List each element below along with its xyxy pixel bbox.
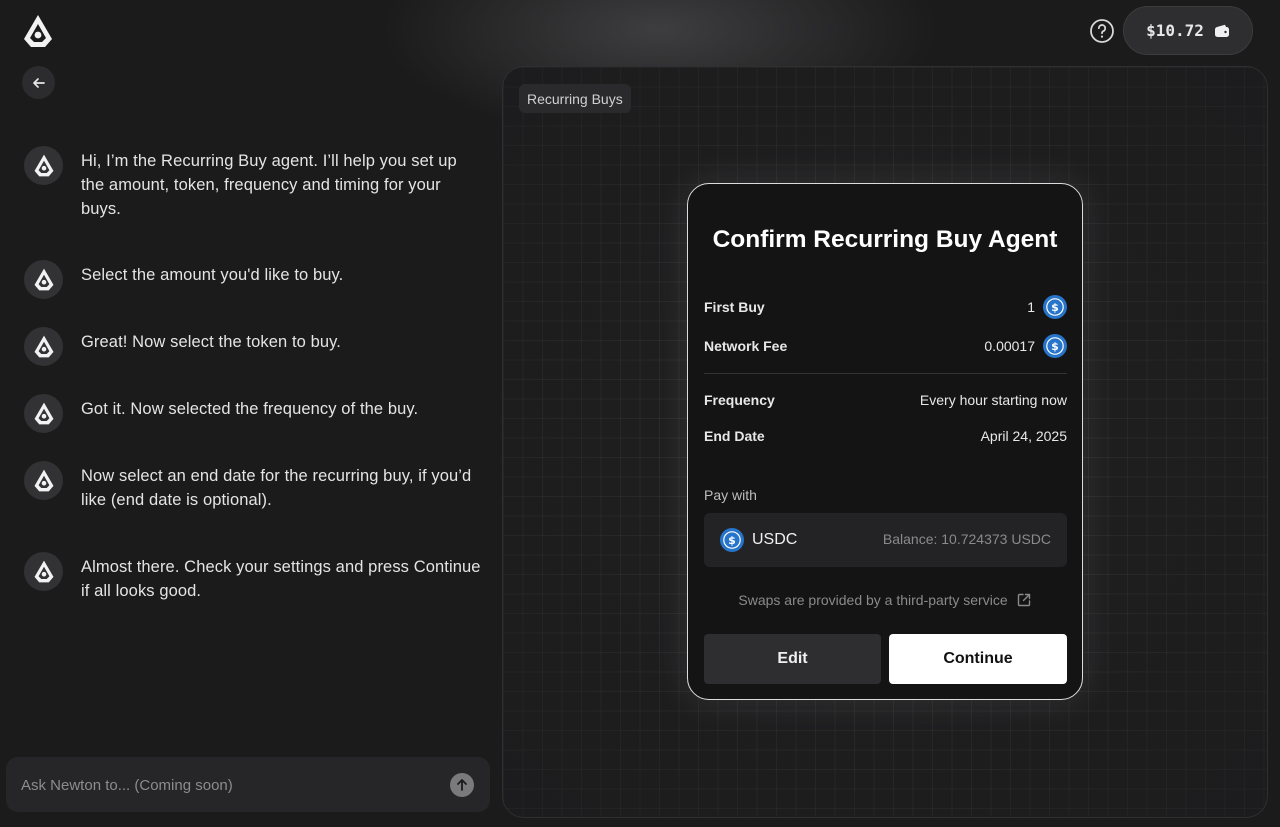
- agent-avatar: [24, 394, 63, 433]
- agent-avatar: [24, 146, 63, 185]
- confirm-recurring-buy-card: Confirm Recurring Buy Agent First Buy 1 …: [687, 183, 1083, 700]
- network-fee-label: Network Fee: [704, 338, 788, 354]
- usdc-icon: $: [1043, 334, 1067, 358]
- newton-logo-icon: [34, 469, 53, 492]
- disclaimer-text: Swaps are provided by a third-party serv…: [738, 592, 1008, 608]
- agent-avatar: [24, 552, 63, 591]
- edit-button[interactable]: Edit: [704, 634, 881, 684]
- chat-message-text: Almost there. Check your settings and pr…: [81, 558, 481, 600]
- send-button[interactable]: [450, 773, 474, 797]
- wallet-amount: $10.72: [1146, 21, 1204, 40]
- chat-message-text: Now select an end date for the recurring…: [81, 467, 472, 509]
- pay-with-selector[interactable]: $ USDC Balance: 10.724373 USDC: [704, 513, 1067, 567]
- end-date-row: End Date April 24, 2025: [704, 426, 1067, 446]
- third-party-disclaimer: Swaps are provided by a third-party serv…: [688, 592, 1082, 608]
- chat-message: Hi, I’m the Recurring Buy agent. I’ll he…: [24, 146, 484, 221]
- newton-logo-icon: [34, 402, 53, 425]
- chat-message-text: Got it. Now selected the frequency of th…: [81, 400, 419, 418]
- network-fee-row: Network Fee 0.00017 $: [704, 334, 1067, 358]
- network-fee-value: 0.00017: [984, 338, 1035, 354]
- frequency-value: Every hour starting now: [919, 392, 1067, 408]
- frequency-label: Frequency: [704, 392, 775, 408]
- end-date-value: April 24, 2025: [980, 428, 1067, 444]
- svg-text:$: $: [1051, 301, 1059, 314]
- first-buy-label: First Buy: [704, 299, 765, 315]
- chat-message: Great! Now select the token to buy.: [24, 327, 484, 366]
- back-button[interactable]: [22, 66, 55, 99]
- svg-text:$: $: [728, 534, 736, 547]
- usdc-icon: $: [1043, 295, 1067, 319]
- pay-token-name: USDC: [752, 531, 798, 548]
- arrow-left-icon: [32, 77, 45, 88]
- chat-input[interactable]: [21, 775, 421, 795]
- newton-logo-icon: [34, 335, 53, 358]
- agent-avatar: [24, 327, 63, 366]
- first-buy-row: First Buy 1 $: [704, 295, 1067, 319]
- arrow-up-icon: [457, 779, 467, 791]
- usdc-icon: $: [720, 528, 744, 552]
- newton-logo-icon: [22, 14, 54, 48]
- tab-recurring-buys[interactable]: Recurring Buys: [519, 84, 631, 113]
- chat-message-text: Hi, I’m the Recurring Buy agent. I’ll he…: [81, 152, 457, 218]
- wallet-icon: [1214, 24, 1229, 37]
- chat-message: Now select an end date for the recurring…: [24, 461, 484, 512]
- frequency-row: Frequency Every hour starting now: [704, 390, 1067, 410]
- agent-avatar: [24, 461, 63, 500]
- continue-button[interactable]: Continue: [889, 634, 1067, 684]
- chat-message: Select the amount you'd like to buy.: [24, 260, 484, 299]
- first-buy-value: 1: [1027, 299, 1035, 315]
- first-buy-value-group: 1 $: [1027, 295, 1067, 319]
- wallet-balance-button[interactable]: $10.72: [1123, 6, 1253, 55]
- network-fee-value-group: 0.00017 $: [984, 334, 1067, 358]
- chat-message-text: Great! Now select the token to buy.: [81, 333, 341, 351]
- external-link-icon[interactable]: [1016, 592, 1032, 608]
- newton-logo-icon: [34, 154, 53, 177]
- card-title: Confirm Recurring Buy Agent: [712, 226, 1058, 253]
- chat-input-bar: [6, 757, 490, 812]
- agent-avatar: [24, 260, 63, 299]
- chat-message: Almost there. Check your settings and pr…: [24, 552, 484, 603]
- newton-logo-icon: [34, 560, 53, 583]
- end-date-label: End Date: [704, 428, 765, 444]
- chat-message: Got it. Now selected the frequency of th…: [24, 394, 484, 433]
- pay-balance: Balance: 10.724373 USDC: [882, 531, 1051, 547]
- question-circle-icon[interactable]: [1089, 18, 1115, 44]
- chat-message-text: Select the amount you'd like to buy.: [81, 266, 344, 284]
- pay-with-label: Pay with: [704, 487, 757, 503]
- svg-text:$: $: [1051, 340, 1059, 353]
- newton-logo-icon: [34, 268, 53, 291]
- pay-token: $ USDC: [720, 528, 797, 552]
- divider: [704, 373, 1067, 374]
